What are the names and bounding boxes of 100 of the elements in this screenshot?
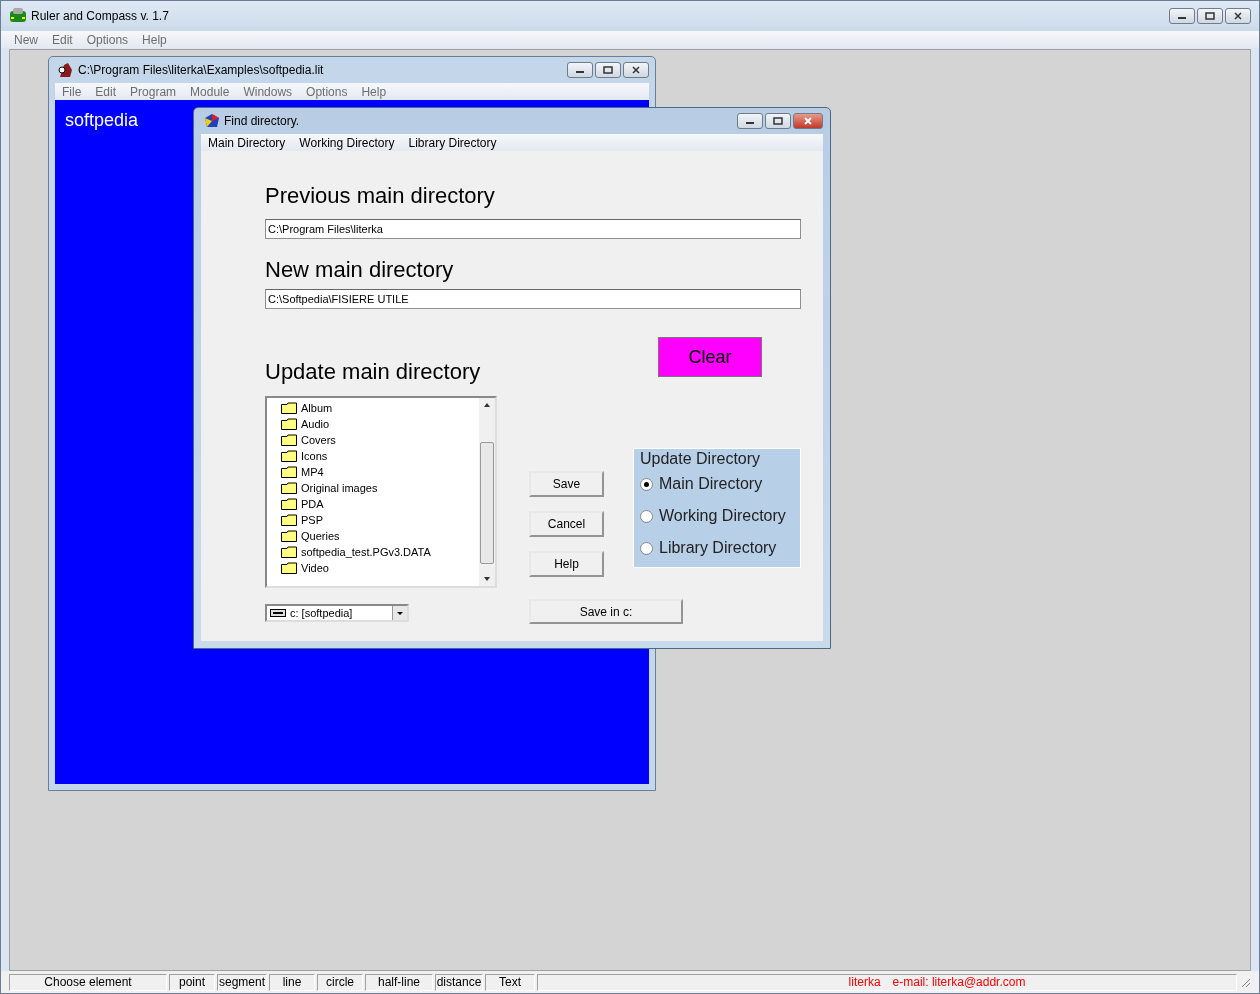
path-field[interactable]: C:\Program Files\literka (265, 219, 801, 239)
folder-icon (281, 402, 297, 414)
menu-item[interactable]: Library Directory (401, 135, 504, 150)
restore-button[interactable] (765, 113, 791, 129)
folder-icon (281, 482, 297, 494)
status-cell: distance (435, 973, 483, 991)
close-icon (803, 117, 813, 125)
menu-item[interactable]: Main Directory (201, 135, 293, 150)
radio-button[interactable] (640, 541, 653, 555)
folder-name: Audio (301, 418, 330, 430)
folder-icon (281, 466, 297, 478)
section-heading: New main directory (265, 257, 455, 283)
save-in-button[interactable]: Save in c: (529, 599, 683, 624)
folder-name: Album (301, 402, 333, 414)
folder-name: PSP (301, 514, 323, 526)
status-cell: line (269, 973, 315, 991)
restore-button[interactable] (1197, 8, 1223, 24)
folder-item[interactable]: Audio (281, 416, 479, 432)
menu-item[interactable]: Edit (88, 84, 124, 99)
menu-item[interactable]: Working Directory (292, 135, 402, 150)
section-heading: Update main directory (265, 359, 482, 385)
status-cell: half-line (365, 973, 433, 991)
folder-icon (281, 546, 297, 558)
folder-icon (281, 418, 297, 430)
folder-item[interactable]: Icons (281, 448, 479, 464)
menu-item[interactable]: Windows (236, 84, 300, 99)
close-button[interactable] (623, 62, 649, 78)
folder-icon (281, 530, 297, 542)
folder-icon (281, 514, 297, 526)
menu-item[interactable]: Help (354, 84, 394, 99)
radio-option[interactable]: Working Directory (640, 500, 794, 532)
group-title: Update Directory (640, 450, 762, 468)
menu-item[interactable]: Options (299, 84, 355, 99)
dialog-button[interactable]: Save (529, 471, 604, 497)
window-title: Find directory. (224, 114, 300, 128)
folder-name: Queries (301, 530, 340, 542)
radio-option[interactable]: Main Directory (640, 468, 794, 500)
minimize-button[interactable] (1169, 8, 1195, 24)
restore-icon (1205, 12, 1215, 20)
menu-item[interactable]: Edit (45, 32, 80, 47)
dialog-button[interactable]: Help (529, 551, 604, 577)
folder-item[interactable]: softpedia_test.PGv3.DATA (281, 544, 479, 560)
menu-item[interactable]: File (55, 84, 89, 99)
minimize-button[interactable] (737, 113, 763, 129)
resize-grip-icon[interactable] (1239, 976, 1251, 988)
folder-item[interactable]: PSP (281, 512, 479, 528)
section-heading: Previous main directory (265, 183, 496, 209)
path-field[interactable]: C:\Softpedia\FISIERE UTILE (265, 289, 801, 309)
folder-item[interactable]: Video (281, 560, 479, 576)
clear-button[interactable]: Clear (658, 337, 762, 377)
scrollbar-thumb[interactable] (480, 442, 494, 564)
menu-item[interactable]: Help (135, 32, 174, 47)
status-cell: circle (317, 973, 363, 991)
author-text: literka (848, 974, 881, 990)
folder-name: Covers (301, 434, 336, 446)
app-icon (58, 62, 74, 78)
folder-item[interactable]: MP4 (281, 464, 479, 480)
dialog-button[interactable]: Cancel (529, 511, 604, 537)
minimize-button[interactable] (567, 62, 593, 78)
radio-button[interactable] (640, 477, 653, 491)
radio-button[interactable] (640, 509, 653, 523)
app-icon (204, 113, 220, 129)
folder-name: Video (301, 562, 329, 574)
menu-item[interactable]: Module (183, 84, 237, 99)
folder-item[interactable]: Original images (281, 480, 479, 496)
email-text: e-mail: literka@addr.com (892, 974, 1026, 990)
menu-item[interactable]: Options (79, 32, 136, 47)
drive-dropdown[interactable]: c: [softpedia] (265, 604, 409, 622)
folder-item[interactable]: Covers (281, 432, 479, 448)
close-button[interactable] (793, 113, 823, 129)
radio-option[interactable]: Library Directory (640, 532, 794, 564)
status-cell: segment (217, 973, 267, 991)
canvas-text: softpedia (65, 110, 139, 130)
window-title: Ruler and Compass v. 1.7 (31, 9, 169, 23)
folder-item[interactable]: PDA (281, 496, 479, 512)
drive-icon (270, 608, 286, 618)
window-title: C:\Program Files\literka\Examples\softpedia.lit (78, 63, 324, 77)
close-icon (631, 66, 641, 74)
folder-icon (281, 498, 297, 510)
menu-item[interactable]: New (7, 32, 45, 47)
folder-name: Icons (301, 450, 328, 462)
status-cell: Text (485, 973, 535, 991)
folder-name: Original images (301, 482, 378, 494)
app-icon (9, 8, 27, 24)
folder-name: softpedia_test.PGv3.DATA (301, 546, 431, 558)
folder-icon (281, 434, 297, 446)
status-cell: Choose element (9, 973, 167, 991)
folder-item[interactable]: Album (281, 400, 479, 416)
restore-icon (773, 117, 783, 125)
folder-name: PDA (301, 498, 324, 510)
restore-button[interactable] (595, 62, 621, 78)
scrollbar[interactable] (479, 398, 495, 586)
menu-item[interactable]: Program (123, 84, 184, 99)
folder-icon (281, 562, 297, 574)
folder-icon (281, 450, 297, 462)
folder-item[interactable]: Queries (281, 528, 479, 544)
restore-icon (603, 66, 613, 74)
close-icon (1233, 12, 1243, 20)
close-button[interactable] (1225, 8, 1251, 24)
status-cell: point (169, 973, 215, 991)
